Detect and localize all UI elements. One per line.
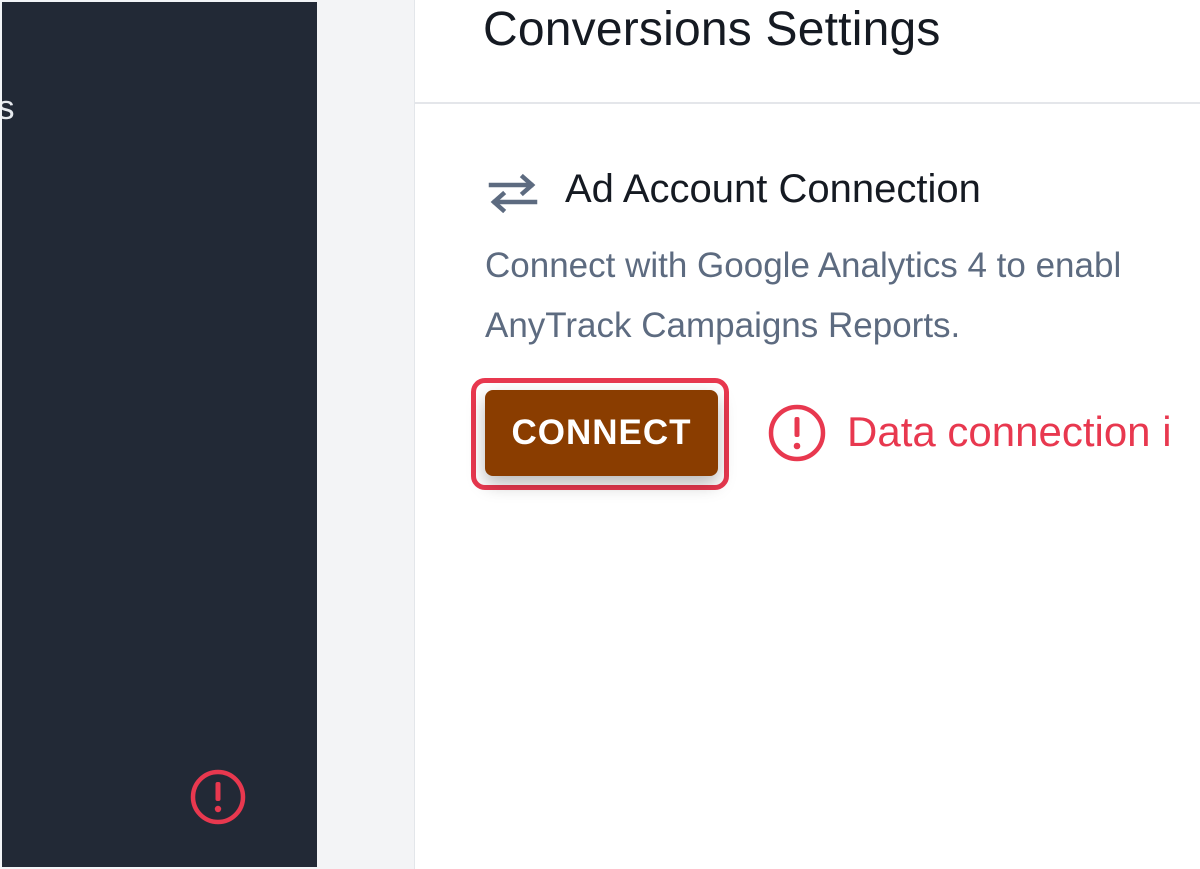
- app-frame: ts s Conversions Settings Ad Account Con…: [0, 0, 1200, 869]
- panel-header: Conversions Settings: [415, 0, 1200, 104]
- alert-circle-icon[interactable]: [189, 768, 247, 826]
- connection-status-message: Data connection i: [847, 408, 1172, 455]
- description-line: Connect with Google Analytics 4 to enabl: [485, 246, 1122, 285]
- swap-arrows-icon: [488, 173, 538, 213]
- sidebar: ts s: [2, 2, 317, 867]
- description-line: AnyTrack Campaigns Reports.: [485, 306, 961, 345]
- sidebar-item-1[interactable]: ts: [2, 88, 14, 128]
- settings-panel: Conversions Settings Ad Account Connecti…: [414, 0, 1200, 869]
- section-title: Ad Account Connection: [565, 167, 981, 211]
- content-gutter: [317, 0, 414, 869]
- alert-circle-icon: [768, 404, 826, 462]
- connect-button[interactable]: CONNECT: [485, 390, 718, 476]
- page-title: Conversions Settings: [483, 3, 941, 56]
- sidebar-item-label: ts: [2, 89, 15, 127]
- section-description: Connect with Google Analytics 4 to enabl…: [485, 236, 1200, 356]
